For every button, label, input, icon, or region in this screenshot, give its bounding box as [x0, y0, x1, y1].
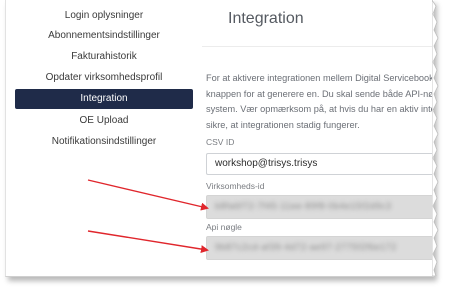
csv-id-field[interactable]: workshop@trisys.trisys: [206, 153, 434, 175]
settings-panel: Login oplysninger Abonnementsindstilling…: [5, 0, 434, 277]
page-title: Integration: [228, 10, 304, 27]
api-key-value: 9b87c2cd-af39-4d72-ae97-2775f2f6e172: [215, 242, 397, 252]
description-line: For at aktivere integrationen mellem Dig…: [206, 73, 434, 83]
sidebar-item-integration[interactable]: Integration: [15, 89, 193, 109]
company-id-label: Virksomheds-id: [206, 181, 265, 191]
description-line: knappen for at generere en. Du skal send…: [206, 88, 434, 99]
sidebar-item-notifications[interactable]: Notifikationsindstillinger: [14, 131, 194, 152]
sidebar-item-invoice-history[interactable]: Fakturahistorik: [14, 46, 194, 67]
api-key-label: Api nøgle: [206, 222, 242, 232]
arrow-to-company-id: [87, 179, 209, 211]
description-line: sikre, at integrationen stadig fungerer.: [206, 119, 360, 130]
sidebar-item-login[interactable]: Login oplysninger: [14, 6, 194, 25]
arrow-to-api-key: [87, 230, 209, 254]
sidebar-item-company-profile[interactable]: Opdater virksomhedsprofil: [14, 67, 194, 88]
company-id-value: b8fa6f72-7f45-11ee-89f8-0b4e15f2d9c3: [215, 201, 392, 211]
torn-edge: [432, 0, 442, 276]
sidebar-item-subscription[interactable]: Abonnementsindstillinger: [14, 25, 194, 46]
integration-description: For at aktivere integrationen mellem Dig…: [206, 71, 434, 133]
company-id-field[interactable]: b8fa6f72-7f45-11ee-89f8-0b4e15f2d9c3: [206, 195, 434, 219]
csv-id-value: workshop@trisys.trisys: [215, 158, 318, 169]
title-divider: [202, 46, 434, 47]
description-line: system. Vær opmærksom på, at hvis du har…: [206, 104, 434, 114]
csv-id-label: CSV ID: [206, 137, 235, 147]
integration-content: Integration For at aktivere integratione…: [202, 0, 434, 276]
sidebar-item-oe-upload[interactable]: OE Upload: [14, 110, 194, 131]
settings-sidebar: Login oplysninger Abonnementsindstilling…: [14, 0, 194, 152]
api-key-field[interactable]: 9b87c2cd-af39-4d72-ae97-2775f2f6e172: [206, 236, 434, 260]
